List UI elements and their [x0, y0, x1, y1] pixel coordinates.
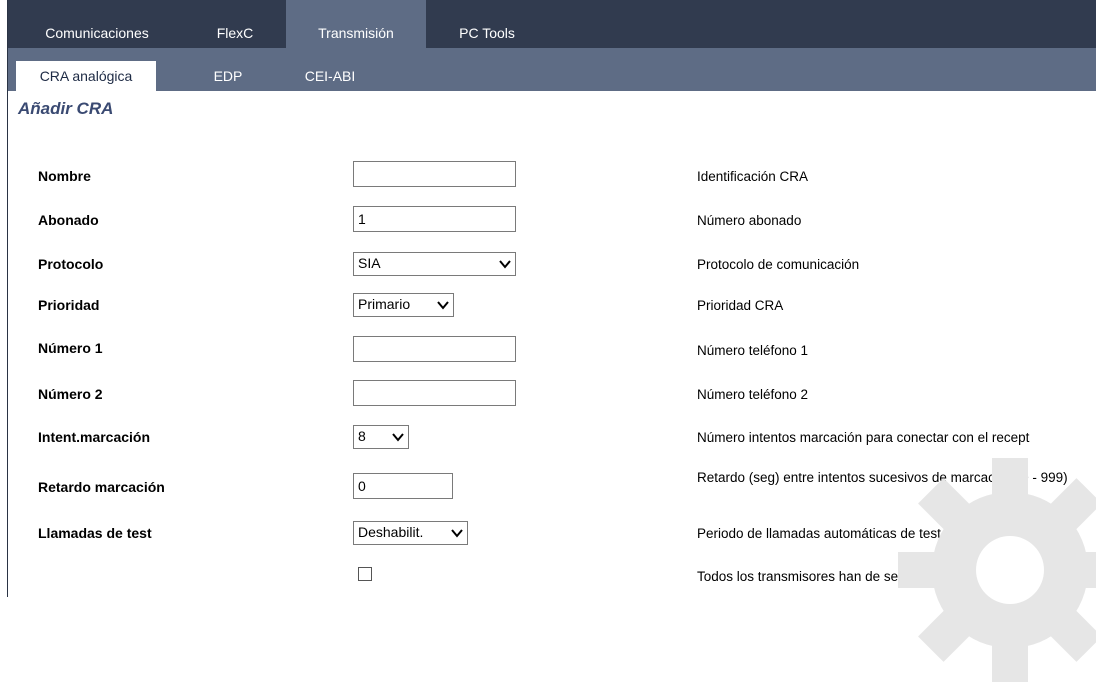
main-nav: Comunicaciones FlexC Transmisión PC Tool…: [8, 0, 1096, 48]
left-frame-border: [0, 0, 8, 597]
retardo-label: Retardo marcación: [38, 479, 165, 495]
numero2-input[interactable]: [353, 380, 516, 406]
protocolo-value: SIA: [358, 255, 381, 271]
protocolo-select[interactable]: SIA: [353, 252, 516, 276]
intent-label: Intent.marcación: [38, 429, 151, 445]
test-value: Deshabilit.: [358, 524, 424, 540]
tab-pc-tools[interactable]: PC Tools: [444, 0, 530, 48]
abonado-label: Abonado: [38, 212, 99, 228]
intent-value: 8: [358, 428, 366, 444]
abonado-desc: Número abonado: [697, 213, 802, 228]
tab-flexc[interactable]: FlexC: [204, 0, 266, 48]
sub-nav: CRA analógica EDP CEI-ABI: [8, 48, 1096, 91]
nombre-input[interactable]: [353, 161, 516, 187]
abonado-input[interactable]: [353, 206, 516, 232]
prioridad-desc: Prioridad CRA: [697, 298, 784, 313]
tab-transmision[interactable]: Transmisión: [286, 0, 426, 48]
numero1-label: Número 1: [38, 340, 103, 356]
page-title: Añadir CRA: [18, 99, 114, 118]
verificados-checkbox[interactable]: [358, 567, 372, 581]
subtab-cra-analogica[interactable]: CRA analógica: [16, 61, 156, 91]
subtab-edp[interactable]: EDP: [202, 61, 254, 91]
prioridad-label: Prioridad: [38, 297, 100, 313]
nombre-label: Nombre: [38, 168, 91, 184]
protocolo-label: Protocolo: [38, 256, 104, 272]
chevron-down-icon: [437, 301, 449, 310]
retardo-input[interactable]: [353, 473, 453, 499]
chevron-down-icon: [499, 260, 511, 269]
chevron-down-icon: [451, 529, 463, 538]
prioridad-value: Primario: [358, 296, 411, 312]
numero1-input[interactable]: [353, 336, 516, 362]
numero2-desc: Número teléfono 2: [697, 387, 809, 402]
tab-comunicaciones[interactable]: Comunicaciones: [26, 0, 168, 48]
test-label: Llamadas de test: [38, 525, 152, 541]
intent-select[interactable]: 8: [353, 425, 409, 449]
numero1-desc: Número teléfono 1: [697, 343, 809, 358]
chevron-down-icon: [392, 433, 404, 442]
subtab-cei-abi[interactable]: CEI-ABI: [294, 61, 366, 91]
prioridad-select[interactable]: Primario: [353, 293, 454, 317]
test-select[interactable]: Deshabilit.: [353, 521, 468, 545]
gear-watermark-icon: [898, 458, 1096, 682]
numero2-label: Número 2: [38, 386, 103, 402]
nombre-desc: Identificación CRA: [697, 169, 809, 184]
protocolo-desc: Protocolo de comunicación: [697, 257, 860, 272]
